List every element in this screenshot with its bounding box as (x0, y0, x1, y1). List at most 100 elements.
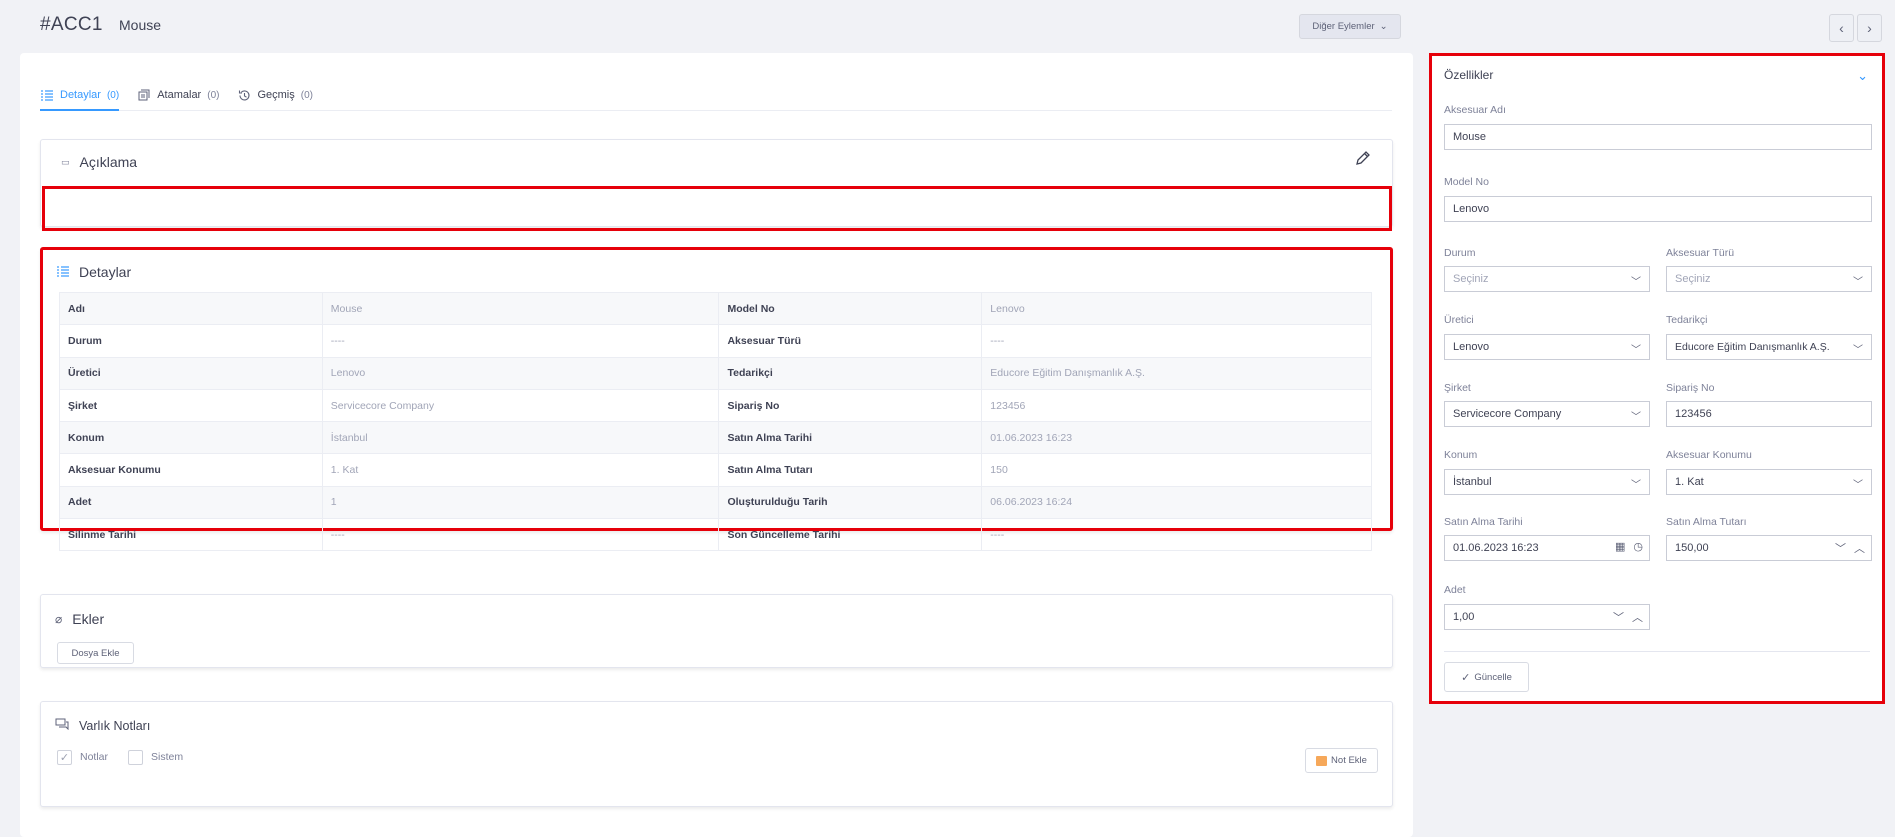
accessory-name-value: Mouse (1453, 131, 1487, 143)
manufacturer-select[interactable]: Lenovo ﹀ (1444, 334, 1650, 360)
company-label: Şirket (1444, 382, 1471, 394)
purchase-amount-label: Satın Alma Tutarı (1666, 516, 1747, 528)
add-note-label: Not Ekle (1331, 755, 1367, 766)
purchase-date-label: Satın Alma Tarihi (1444, 516, 1523, 528)
location-select[interactable]: İstanbul ﹀ (1444, 469, 1650, 495)
detail-label: Sipariş No (718, 388, 983, 423)
assignment-icon (137, 88, 151, 102)
chevron-down-icon: ﹀ (1631, 345, 1641, 356)
detail-value: İstanbul (321, 421, 720, 455)
details-table: Adı Mouse Model No Lenovo Durum ---- Aksesuar … (59, 291, 1372, 552)
tab-details[interactable]: Detaylar (0) (40, 81, 120, 111)
detail-value: 06.06.2023 16:24 (981, 485, 1372, 520)
table-row: Silinme Tarihi ---- Son Güncelleme Tarihi -… (59, 518, 1372, 552)
chevron-right-icon: › (1867, 20, 1872, 36)
list-icon (40, 88, 54, 102)
detail-label: Üretici (59, 356, 323, 390)
details-title: Detaylar (79, 264, 132, 280)
decrement-chevron-icon[interactable]: ﹀ (1835, 540, 1846, 556)
detail-value: 1. Kat (321, 453, 720, 487)
accessory-location-label: Aksesuar Konumu (1666, 449, 1752, 461)
status-select[interactable]: Seçiniz ﹀ (1444, 266, 1650, 292)
tab-history-count: (0) (300, 89, 313, 101)
previous-button[interactable]: ‹ (1829, 14, 1854, 42)
detail-label: Aksesuar Konumu (59, 453, 323, 487)
table-row: Üretici Lenovo Tedarikçi Educore Eğitim Dan… (59, 356, 1372, 390)
accessory-location-value: 1. Kat (1675, 476, 1704, 488)
detail-value: 01.06.2023 16:23 (981, 421, 1372, 455)
description-title: Açıklama (79, 154, 138, 170)
purchase-date-input[interactable]: 01.06.2023 16:23 ▦ ◷ (1444, 535, 1650, 561)
status-value: Seçiniz (1453, 273, 1489, 285)
supplier-label: Tedarikçi (1666, 314, 1708, 326)
quantity-label: Adet (1444, 584, 1466, 596)
manufacturer-label: Üretici (1444, 314, 1474, 326)
tab-assignments-label: Atamalar (157, 89, 202, 101)
order-no-input[interactable]: 123456 (1666, 401, 1872, 427)
tab-assignments[interactable]: Atamalar (0) (137, 81, 219, 109)
quantity-stepper[interactable]: 1,00 ﹀ ︿ (1444, 604, 1650, 630)
detail-value: ---- (981, 518, 1372, 552)
purchase-amount-input[interactable]: 150,00 ﹀ ︿ (1666, 535, 1872, 561)
chevron-down-icon: ﹀ (1631, 412, 1641, 423)
system-checkbox[interactable] (128, 750, 143, 765)
chevron-left-icon: ‹ (1839, 20, 1844, 36)
chevron-down-icon: ﹀ (1631, 480, 1641, 491)
model-no-value: Lenovo (1453, 203, 1490, 215)
table-row: Adı Mouse Model No Lenovo (59, 291, 1372, 326)
model-no-input[interactable]: Lenovo (1444, 196, 1872, 222)
asset-notes-panel: Varlık Notları ✓ Notlar Sistem Not Ekle (40, 701, 1393, 807)
description-header: ▭ Açıklama (61, 154, 137, 170)
detail-value: Lenovo (321, 356, 720, 390)
top-bar: #ACC1 Mouse Diğer Eylemler ⌄ ‹ › (0, 0, 1895, 52)
accessory-type-value: Seçiniz (1675, 273, 1711, 285)
update-button[interactable]: ✓ Güncelle (1444, 662, 1529, 692)
accessory-name-input[interactable]: Mouse (1444, 124, 1872, 150)
detail-value: Educore Eğitim Danışmanlık A.Ş. (981, 356, 1372, 390)
decrement-chevron-icon[interactable]: ﹀ (1613, 609, 1624, 625)
collapse-chevron-icon[interactable]: ⌄ (1857, 68, 1868, 84)
accessory-type-label: Aksesuar Türü (1666, 247, 1735, 259)
check-icon: ✓ (1461, 671, 1471, 684)
asset-code: #ACC1 (40, 14, 103, 35)
add-file-button[interactable]: Dosya Ekle (57, 642, 134, 664)
supplier-select[interactable]: Educore Eğitim Danışmanlık A.Ş. ﹀ (1666, 334, 1872, 360)
asset-notes-header: Varlık Notları (55, 718, 150, 733)
properties-title: Özellikler (1444, 68, 1494, 82)
detail-label: Son Güncelleme Tarihi (718, 518, 983, 552)
system-filter-label: Sistem (151, 751, 184, 763)
calendar-icon[interactable]: ▦ (1615, 540, 1625, 553)
add-file-label: Dosya Ekle (71, 647, 120, 659)
properties-panel: Özellikler ⌄ Aksesuar Adı Mouse Model No… (1429, 53, 1885, 704)
detail-label: Durum (59, 324, 323, 358)
other-actions-dropdown[interactable]: Diğer Eylemler ⌄ (1299, 14, 1401, 39)
table-row: Adet 1 Oluşturulduğu Tarih 06.06.2023 16:24 (59, 485, 1372, 520)
chevron-down-icon: ﹀ (1631, 277, 1641, 288)
quantity-value: 1,00 (1453, 611, 1475, 623)
history-icon (237, 88, 251, 102)
accessory-name-label: Aksesuar Adı (1444, 104, 1506, 116)
company-select[interactable]: Servicecore Company ﹀ (1444, 401, 1650, 427)
table-row: Aksesuar Konumu 1. Kat Satın Alma Tutarı 15… (59, 453, 1372, 487)
increment-chevron-icon[interactable]: ︿ (1854, 540, 1865, 556)
accessory-type-select[interactable]: Seçiniz ﹀ (1666, 266, 1872, 292)
notes-filter-label: Notlar (80, 751, 109, 763)
accessory-location-select[interactable]: 1. Kat ﹀ (1666, 469, 1872, 495)
detail-value: 123456 (981, 388, 1372, 423)
clock-icon[interactable]: ◷ (1633, 540, 1643, 553)
chevron-down-icon: ﹀ (1853, 345, 1863, 356)
tab-assignments-count: (0) (207, 89, 220, 101)
chevron-down-icon: ⌄ (1379, 21, 1388, 32)
add-note-button[interactable]: Not Ekle (1305, 748, 1378, 773)
description-text[interactable] (42, 186, 1392, 231)
main-card: Detaylar (0) Atamalar (0) Geçmiş (0) ▭ A… (20, 53, 1413, 837)
company-value: Servicecore Company (1453, 408, 1562, 420)
tab-details-label: Detaylar (60, 89, 101, 101)
increment-chevron-icon[interactable]: ︿ (1632, 609, 1643, 625)
next-button[interactable]: › (1857, 14, 1882, 42)
tab-history[interactable]: Geçmiş (0) (237, 81, 313, 109)
edit-icon[interactable] (1354, 149, 1372, 170)
update-label: Güncelle (1474, 671, 1512, 683)
list-icon (57, 264, 69, 280)
notes-checkbox[interactable]: ✓ (57, 750, 72, 765)
